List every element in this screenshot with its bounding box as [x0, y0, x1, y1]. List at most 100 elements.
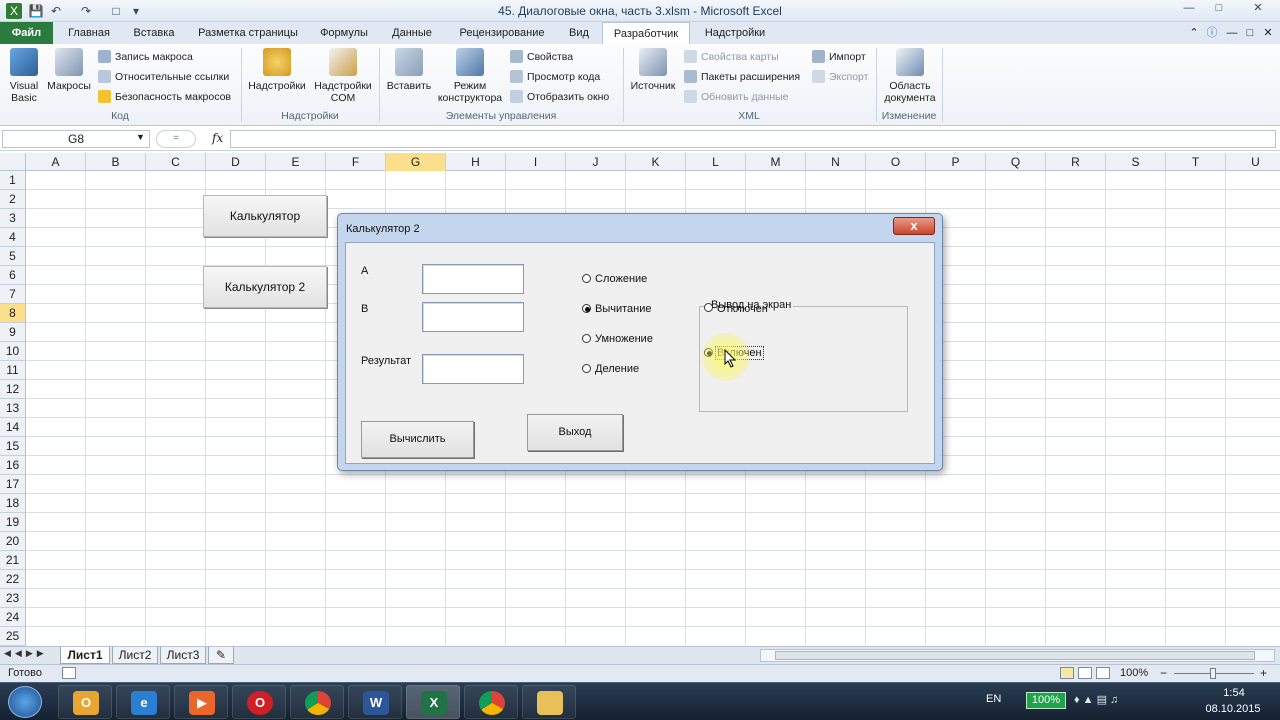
- dialog-close-button[interactable]: x: [893, 217, 935, 235]
- tab-view[interactable]: Вид: [562, 22, 596, 44]
- column-header-h[interactable]: H: [446, 153, 506, 171]
- column-header-l[interactable]: L: [686, 153, 746, 171]
- macro-security-button[interactable]: Безопасность макросов: [98, 88, 231, 106]
- zoom-out-icon[interactable]: −: [1160, 666, 1167, 680]
- row-header-10[interactable]: 10: [0, 342, 26, 361]
- tab-insert[interactable]: Вставка: [126, 22, 182, 44]
- insert-control-button[interactable]: Вставить: [382, 48, 436, 92]
- tab-home[interactable]: Главная: [60, 22, 118, 44]
- column-header-t[interactable]: T: [1166, 153, 1226, 171]
- radio-divide-label[interactable]: Деление: [595, 363, 639, 375]
- column-header-o[interactable]: O: [866, 153, 926, 171]
- com-addins-button[interactable]: Надстройки COM: [310, 48, 376, 104]
- insert-function-icon[interactable]: fx: [212, 131, 223, 145]
- refresh-data-button[interactable]: Обновить данные: [684, 88, 788, 106]
- horizontal-scrollbar[interactable]: [760, 649, 1275, 662]
- wb-restore-icon[interactable]: □: [1242, 22, 1258, 44]
- name-box-dropdown-icon[interactable]: ▼: [136, 132, 145, 142]
- taskbar-word[interactable]: W: [348, 685, 402, 719]
- column-header-b[interactable]: B: [86, 153, 146, 171]
- document-panel-button[interactable]: Область документа: [880, 48, 940, 104]
- radio-add-label[interactable]: Сложение: [595, 273, 647, 285]
- start-button[interactable]: [8, 686, 42, 718]
- ribbon-collapse-icon[interactable]: ⌃: [1186, 22, 1202, 44]
- tab-data[interactable]: Данные: [384, 22, 440, 44]
- zoom-level[interactable]: 100%: [1120, 667, 1148, 679]
- taskbar-ie[interactable]: e: [116, 685, 170, 719]
- visual-basic-button[interactable]: Visual Basic: [4, 48, 44, 104]
- row-header-4[interactable]: 4: [0, 228, 26, 247]
- view-code-button[interactable]: Просмотр кода: [510, 68, 600, 86]
- radio-display-off[interactable]: [704, 303, 713, 312]
- radio-multiply[interactable]: [582, 334, 591, 343]
- input-result[interactable]: [422, 354, 524, 384]
- run-dialog-button[interactable]: Отобразить окно: [510, 88, 609, 106]
- input-a[interactable]: [422, 264, 524, 294]
- column-header-r[interactable]: R: [1046, 153, 1106, 171]
- addins-button[interactable]: Надстройки: [246, 48, 308, 92]
- row-header-17[interactable]: 17: [0, 475, 26, 494]
- name-box[interactable]: G8: [2, 130, 150, 148]
- expansion-packs-button[interactable]: Пакеты расширения: [684, 68, 800, 86]
- taskbar-media[interactable]: ▶: [174, 685, 228, 719]
- row-header-9[interactable]: 9: [0, 323, 26, 342]
- import-button[interactable]: Импорт: [812, 48, 866, 66]
- taskbar-opera[interactable]: O: [232, 685, 286, 719]
- row-header-23[interactable]: 23: [0, 589, 26, 608]
- tab-addins[interactable]: Надстройки: [696, 22, 774, 44]
- row-header-3[interactable]: 3: [0, 209, 26, 228]
- page-break-icon[interactable]: [1096, 667, 1110, 679]
- sheet-tab-2[interactable]: Лист2: [112, 647, 158, 664]
- clock-date[interactable]: 08.10.2015: [1198, 703, 1268, 715]
- row-header-25[interactable]: 25: [0, 627, 26, 646]
- taskbar-chrome-2[interactable]: [464, 685, 518, 719]
- xml-source-button[interactable]: Источник: [626, 48, 680, 92]
- taskbar-outlook[interactable]: O: [58, 685, 112, 719]
- column-header-i[interactable]: I: [506, 153, 566, 171]
- row-header-2[interactable]: 2: [0, 190, 26, 209]
- taskbar-excel[interactable]: X: [406, 685, 460, 719]
- row-header-19[interactable]: 19: [0, 513, 26, 532]
- macros-button[interactable]: Макросы: [44, 48, 94, 92]
- tab-formulas[interactable]: Формулы: [312, 22, 376, 44]
- radio-subtract-label[interactable]: Вычитание: [595, 303, 652, 315]
- select-all-corner[interactable]: [0, 153, 26, 171]
- column-header-u[interactable]: U: [1226, 153, 1280, 171]
- sheet-tab-1[interactable]: Лист1: [60, 647, 110, 664]
- battery-indicator[interactable]: 100%: [1026, 692, 1066, 709]
- properties-button[interactable]: Свойства: [510, 48, 573, 66]
- page-layout-icon[interactable]: [1078, 667, 1092, 679]
- taskbar-chrome[interactable]: [290, 685, 344, 719]
- column-header-p[interactable]: P: [926, 153, 986, 171]
- row-header-12[interactable]: 12: [0, 380, 26, 399]
- compute-button[interactable]: Вычислить: [361, 421, 474, 458]
- scroll-thumb[interactable]: [775, 651, 1255, 660]
- maximize-icon[interactable]: □: [1206, 0, 1232, 17]
- macro-record-icon[interactable]: [62, 667, 76, 679]
- radio-multiply-label[interactable]: Умножение: [595, 333, 653, 345]
- radio-add[interactable]: [582, 274, 591, 283]
- language-indicator[interactable]: EN: [986, 693, 1001, 705]
- column-header-d[interactable]: D: [206, 153, 266, 171]
- wb-close-icon[interactable]: ✕: [1260, 22, 1276, 44]
- row-header-21[interactable]: 21: [0, 551, 26, 570]
- column-header-c[interactable]: C: [146, 153, 206, 171]
- row-header-20[interactable]: 20: [0, 532, 26, 551]
- relative-refs-button[interactable]: Относительные ссылки: [98, 68, 229, 86]
- row-header-16[interactable]: 16: [0, 456, 26, 475]
- row-header-1[interactable]: 1: [0, 171, 26, 190]
- row-header-14[interactable]: 14: [0, 418, 26, 437]
- normal-view-icon[interactable]: [1060, 667, 1074, 679]
- tab-file[interactable]: Файл: [0, 22, 53, 44]
- taskbar-explorer[interactable]: [522, 685, 576, 719]
- column-header-a[interactable]: A: [26, 153, 86, 171]
- radio-subtract[interactable]: [582, 304, 591, 313]
- input-b[interactable]: [422, 302, 524, 332]
- radio-divide[interactable]: [582, 364, 591, 373]
- row-header-11[interactable]: 11: [0, 361, 26, 380]
- row-header-24[interactable]: 24: [0, 608, 26, 627]
- column-header-j[interactable]: J: [566, 153, 626, 171]
- row-header-6[interactable]: 6: [0, 266, 26, 285]
- close-window-icon[interactable]: ✕: [1238, 0, 1278, 17]
- design-mode-button[interactable]: Режим конструктора: [436, 48, 504, 104]
